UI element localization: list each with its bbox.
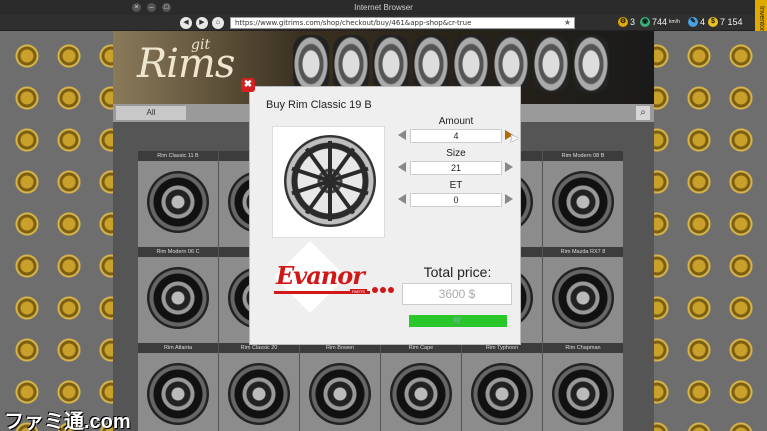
- product-card[interactable]: Rim Typhoon: [462, 343, 542, 431]
- total-price-value: 3600 $: [402, 283, 512, 305]
- window-title: Internet Browser: [354, 3, 413, 12]
- size-stepper: 21: [398, 161, 513, 175]
- level-icon: ⚙: [618, 17, 628, 27]
- back-icon[interactable]: ◀: [180, 17, 192, 29]
- product-card[interactable]: Rim Modern 06 C: [138, 247, 218, 343]
- product-card[interactable]: Rim Chapman: [543, 343, 623, 431]
- product-card-label: Rim Modern 08 B: [543, 151, 623, 161]
- window-controls: × – □: [132, 3, 171, 12]
- rim-thumbnail: [228, 363, 290, 425]
- buy-dialog: Buy Rim Classic 19 B Amount 4 Size 21 ET…: [249, 86, 521, 345]
- banner-rims-image: [293, 35, 609, 93]
- et-increase-icon[interactable]: [505, 194, 513, 204]
- money-value: 7 154: [720, 17, 743, 27]
- window-titlebar: × – □ Internet Browser: [0, 0, 767, 15]
- brand-name: Evanor: [276, 261, 365, 290]
- search-icon[interactable]: ⌕: [636, 106, 650, 120]
- forward-icon[interactable]: ▶: [196, 17, 208, 29]
- close-window-icon[interactable]: ×: [132, 3, 141, 12]
- size-increase-icon[interactable]: [505, 162, 513, 172]
- money-icon: $: [708, 17, 718, 27]
- maximize-window-icon[interactable]: □: [162, 3, 171, 12]
- hud-money: $ 7 154: [708, 17, 743, 27]
- size-decrease-icon[interactable]: [398, 162, 406, 172]
- stat2-value: 4: [700, 17, 706, 27]
- product-card[interactable]: Rim Cape: [381, 343, 461, 431]
- cart-icon: 🛒: [453, 316, 463, 325]
- product-card-label: Rim Atlanta: [138, 343, 218, 353]
- et-stepper: 0: [398, 193, 513, 207]
- rim-thumbnail: [147, 363, 209, 425]
- stat1-value: 744: [652, 17, 668, 27]
- rim-thumbnail: [471, 363, 533, 425]
- product-card-label: Rim Chapman: [543, 343, 623, 353]
- amount-value: 4: [410, 129, 502, 143]
- hud-level: ⚙ 3: [618, 17, 635, 27]
- product-card-label: Rim Mazda RX7 8: [543, 247, 623, 257]
- et-label: ET: [449, 180, 463, 191]
- amount-decrease-icon[interactable]: [398, 130, 406, 140]
- product-card[interactable]: Rim Classic 20: [219, 343, 299, 431]
- url-input[interactable]: https://www.gitrims.com/shop/checkout/bu…: [230, 17, 575, 29]
- rim-thumbnail: [390, 363, 452, 425]
- rim-thumbnail: [147, 171, 209, 233]
- rim-thumbnail: [147, 267, 209, 329]
- product-card[interactable]: Rim Mazda RX7 8: [543, 247, 623, 343]
- rim-thumbnail: [309, 363, 371, 425]
- amount-stepper: 4: [398, 129, 513, 143]
- close-dialog-button[interactable]: ✖: [241, 78, 255, 92]
- wrench-icon: ✎: [688, 17, 698, 27]
- hud-stat1: ◉ 744 km/h: [640, 17, 680, 27]
- rim-thumbnail: [552, 171, 614, 233]
- filter-all-button[interactable]: All: [116, 106, 186, 120]
- brand-logo: Evanor PARTS: [266, 240, 396, 314]
- product-card-label: Rim Classic 11 B: [138, 151, 218, 161]
- product-image: [272, 126, 385, 238]
- stat1-unit: km/h: [669, 19, 680, 25]
- brand-sub: PARTS: [350, 289, 367, 294]
- product-card[interactable]: Rim Classic 11 B: [138, 151, 218, 247]
- size-label: Size: [446, 148, 466, 159]
- amount-label: Amount: [438, 116, 474, 127]
- buy-button[interactable]: 🛒: [409, 315, 507, 327]
- product-card[interactable]: Rim Bowen: [300, 343, 380, 431]
- product-card[interactable]: Rim Modern 08 B: [543, 151, 623, 247]
- product-card-label: Rim Modern 06 C: [138, 247, 218, 257]
- minimize-window-icon[interactable]: –: [147, 3, 156, 12]
- size-value: 21: [410, 161, 502, 175]
- url-text: https://www.gitrims.com/shop/checkout/bu…: [235, 19, 472, 27]
- et-decrease-icon[interactable]: [398, 194, 406, 204]
- hud-stat2: ✎ 4: [688, 17, 705, 27]
- shop-logo: Rims: [137, 41, 235, 87]
- home-icon[interactable]: ⌂: [212, 17, 224, 29]
- rim-thumbnail: [552, 267, 614, 329]
- rim-image: [284, 135, 376, 227]
- bookmark-star-icon[interactable]: ★: [564, 18, 571, 28]
- level-value: 3: [630, 17, 636, 27]
- product-card[interactable]: Rim Atlanta: [138, 343, 218, 431]
- mouse-cursor-icon: ➤: [509, 131, 520, 145]
- speed-icon: ◉: [640, 17, 650, 27]
- et-value: 0: [410, 193, 502, 207]
- rim-thumbnail: [552, 363, 614, 425]
- total-price-label: Total price:: [423, 264, 492, 280]
- watermark: ファミ通.com: [4, 411, 131, 431]
- dialog-title: Buy Rim Classic 19 B: [266, 99, 372, 111]
